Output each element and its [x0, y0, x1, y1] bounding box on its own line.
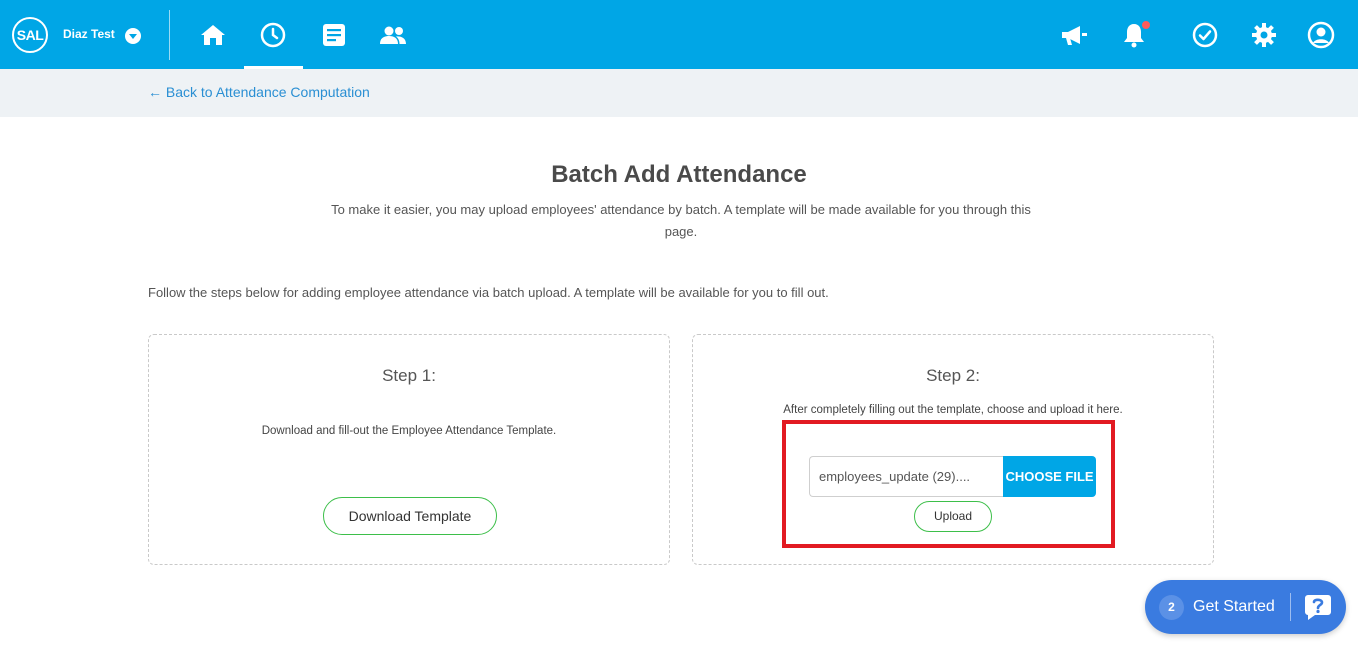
step2-description: After completely filling out the templat… [783, 404, 1123, 416]
megaphone-icon[interactable] [1059, 19, 1089, 51]
upload-button[interactable]: Upload [914, 501, 992, 532]
page-title: Batch Add Attendance [551, 161, 807, 188]
get-started-count-badge: 2 [1159, 595, 1184, 620]
get-started-label: Get Started [1193, 598, 1275, 615]
help-chat-icon[interactable] [1303, 592, 1333, 622]
page-subtitle: To make it easier, you may upload employ… [331, 202, 1031, 239]
notification-dot [1141, 20, 1151, 30]
gear-icon[interactable] [1249, 19, 1279, 51]
user-icon[interactable] [1306, 19, 1336, 51]
get-started-widget[interactable]: 2 Get Started [1145, 580, 1346, 634]
choose-file-button[interactable]: CHOOSE FILE [1003, 456, 1096, 497]
back-to-attendance-link[interactable]: ← Back to Attendance Computation [148, 84, 370, 100]
instructions-text: Follow the steps below for adding employ… [148, 285, 829, 300]
home-icon[interactable] [198, 19, 228, 51]
get-started-separator [1290, 593, 1291, 621]
step1-card: Step 1: Download and fill-out the Employ… [148, 334, 670, 565]
navbar-divider [169, 10, 170, 60]
step2-title: Step 2: [926, 366, 980, 385]
step1-title: Step 1: [382, 366, 436, 385]
check-circle-icon[interactable] [1190, 19, 1220, 51]
file-name-field[interactable]: employees_update (29).... [809, 456, 1005, 497]
clock-icon[interactable] [258, 19, 288, 51]
download-template-button[interactable]: Download Template [323, 497, 497, 535]
company-name[interactable]: Diaz Test [63, 27, 115, 41]
top-navbar: SAL Diaz Test [0, 0, 1358, 69]
document-icon[interactable] [319, 19, 349, 51]
company-dropdown-icon[interactable] [125, 28, 141, 44]
company-logo[interactable]: SAL [12, 17, 48, 53]
step1-description: Download and fill-out the Employee Atten… [261, 425, 557, 437]
people-icon[interactable] [378, 19, 408, 51]
